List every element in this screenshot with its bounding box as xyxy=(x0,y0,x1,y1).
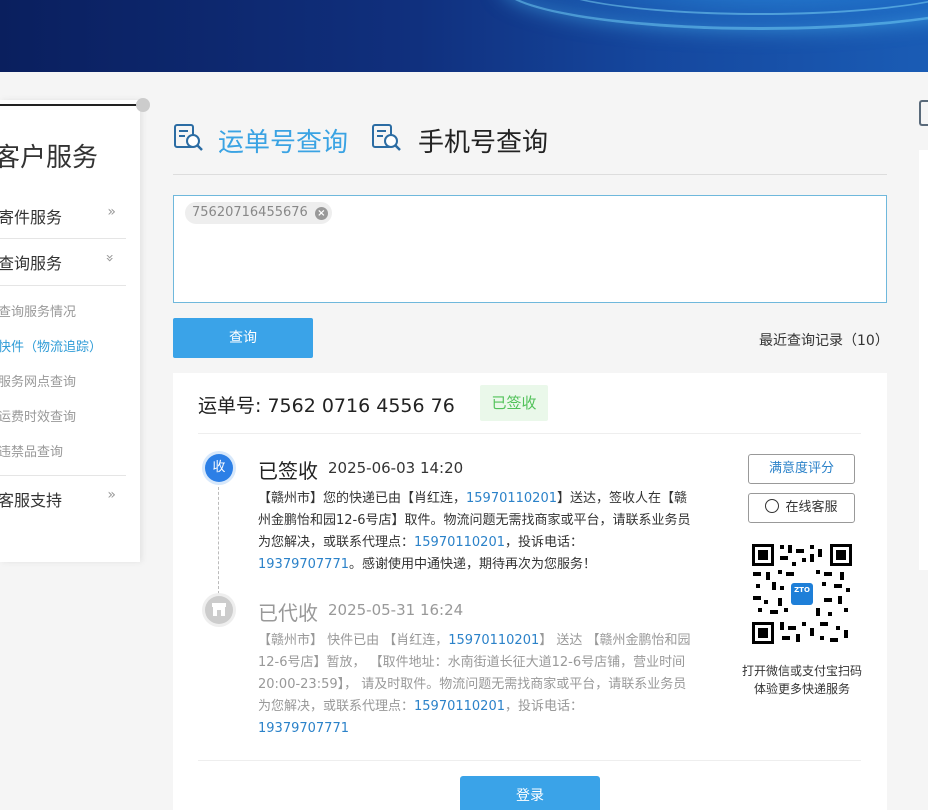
timeline-line xyxy=(218,482,219,594)
chat-icon xyxy=(765,499,780,513)
event-text: ，投诉电话： xyxy=(505,535,584,550)
sidebar-subitem-service-status[interactable]: 查询服务情况 xyxy=(0,301,76,320)
sidebar-item-label: 查询服务 xyxy=(0,254,63,273)
sidebar-scroll-knob[interactable] xyxy=(136,98,150,112)
event-text: 【赣州市】 快件已由 【肖红连， xyxy=(258,633,449,648)
event-text: 。感谢使用中通快递，期待再次为您服务！ xyxy=(348,557,596,572)
chevron-right-icon: » xyxy=(107,487,116,503)
qr-caption-line: 打开微信或支付宝扫码 xyxy=(741,664,862,678)
store-icon xyxy=(212,603,226,616)
sidebar-scroll-indicator[interactable] xyxy=(0,98,150,114)
phone-link[interactable]: 15970110201 xyxy=(448,633,539,648)
waybill-chip: 75620716455676 × xyxy=(185,202,332,224)
qr-caption: 打开微信或支付宝扫码 体验更多快递服务 xyxy=(736,662,868,698)
phone-link[interactable]: 15970110201 xyxy=(414,699,505,714)
login-button[interactable]: 登录 xyxy=(460,776,600,810)
event-text: 【赣州市】您的快递已由【肖红连， xyxy=(258,491,467,506)
card-divider xyxy=(198,760,861,761)
phone-link[interactable]: 15970110201 xyxy=(466,491,557,506)
sidebar-item-support[interactable]: 客服支持 » xyxy=(0,487,126,510)
event-text: ，投诉电话： xyxy=(505,699,584,714)
top-banner xyxy=(0,0,928,72)
query-button[interactable]: 查询 xyxy=(173,318,313,358)
sidebar-divider xyxy=(0,238,126,239)
waybill-input[interactable]: 75620716455676 × xyxy=(173,195,887,303)
side-float-icon[interactable] xyxy=(919,100,928,126)
recent-query-link[interactable]: 最近查询记录（10） xyxy=(759,330,889,350)
card-divider xyxy=(198,433,861,434)
phone-link[interactable]: 19379707771 xyxy=(258,721,349,736)
event-status: 已签收 xyxy=(258,459,318,483)
event-description: 【赣州市】您的快递已由【肖红连，15970110201】送达，签收人在【赣州金鹏… xyxy=(258,488,698,576)
phone-link[interactable]: 19379707771 xyxy=(258,557,349,572)
waybill-chip-label: 75620716455676 xyxy=(192,205,308,220)
sidebar-subitem-prohibited-query[interactable]: 违禁品查询 xyxy=(0,441,63,460)
sidebar-item-send-service[interactable]: 寄件服务 » xyxy=(0,204,126,227)
sidebar-subitem-outlet-query[interactable]: 服务网点查询 xyxy=(0,371,76,390)
waybill-number: 运单号: 7562 0716 4556 76 xyxy=(198,395,455,417)
qr-code-image xyxy=(750,542,854,646)
online-service-button[interactable]: 在线客服 xyxy=(748,493,855,523)
sidebar-item-label: 寄件服务 xyxy=(0,208,63,227)
event-description: 【赣州市】 快件已由 【肖红连，15970110201】 送达 【赣州金鹏怡和园… xyxy=(258,630,698,740)
tab-phone-query[interactable]: 手机号查询 xyxy=(418,122,548,159)
event-time: 2025-06-03 14:20 xyxy=(328,459,464,477)
timeline-dot-received: 收 xyxy=(205,454,233,482)
sidebar-subitem-tracking[interactable]: 快件（物流追踪） xyxy=(0,336,102,355)
sidebar-scroll-track xyxy=(0,104,142,106)
right-panel-edge xyxy=(919,150,928,570)
tab-divider xyxy=(173,174,887,175)
zto-logo-text: ZTO xyxy=(794,586,810,594)
chevron-down-icon: » xyxy=(101,253,118,263)
rate-button[interactable]: 满意度评分 xyxy=(748,454,855,484)
sidebar-item-label: 客服支持 xyxy=(0,491,63,510)
phone-link[interactable]: 15970110201 xyxy=(414,535,505,550)
chevron-right-icon: » xyxy=(107,204,116,220)
sidebar-item-query-service[interactable]: 查询服务 » xyxy=(0,250,126,273)
qr-caption-line: 体验更多快递服务 xyxy=(753,682,850,696)
sidebar-title: 客户服务 xyxy=(0,143,99,173)
event-time: 2025-05-31 16:24 xyxy=(328,601,464,619)
sidebar-divider xyxy=(0,475,126,476)
status-badge: 已签收 xyxy=(480,385,548,421)
online-service-label: 在线客服 xyxy=(785,500,838,515)
event-status: 已代收 xyxy=(258,601,318,625)
sidebar-divider xyxy=(0,285,126,286)
tab-waybill-query[interactable]: 运单号查询 xyxy=(218,122,348,159)
search-document-icon xyxy=(372,124,401,151)
sidebar-subitem-fee-query[interactable]: 运费时效查询 xyxy=(0,406,76,425)
close-icon[interactable]: × xyxy=(314,207,328,220)
timeline-dot-stored xyxy=(205,596,233,624)
search-document-icon xyxy=(174,124,203,151)
